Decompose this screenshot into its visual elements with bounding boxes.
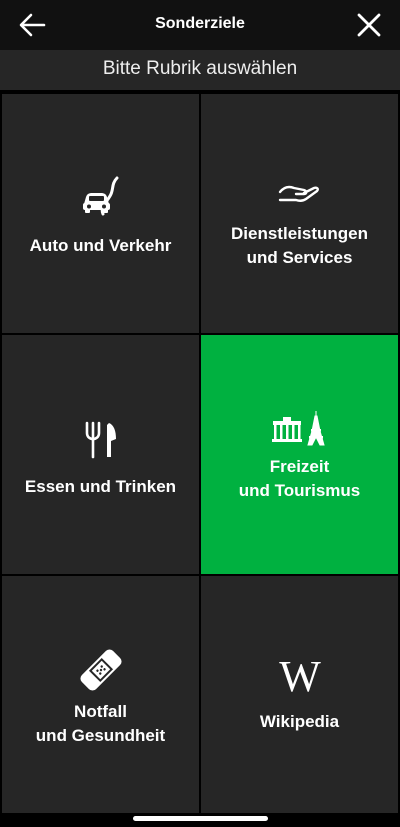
tile-wikipedia[interactable]: W Wikipedia <box>201 576 398 813</box>
tile-essen-und-trinken[interactable]: Essen und Trinken <box>2 335 199 574</box>
tile-label: Freizeit und Tourismus <box>238 457 361 500</box>
category-prompt-bar: Bitte Rubrik auswählen <box>0 50 400 90</box>
tile-notfall-und-gesundheit[interactable]: Notfall und Gesundheit <box>2 576 199 813</box>
top-bar: Sonderziele <box>0 0 400 50</box>
landmarks-icon <box>271 411 325 446</box>
tile-label: Auto und Verkehr <box>29 236 172 255</box>
tile-label: Wikipedia <box>259 712 340 731</box>
car-road-icon <box>82 176 118 216</box>
category-prompt: Bitte Rubrik auswählen <box>102 58 298 79</box>
page-title: Sonderziele <box>155 15 245 32</box>
tile-label: Dienstleistungen und Services <box>231 224 368 267</box>
tile-freizeit-und-tourismus[interactable]: Freizeit und Tourismus <box>201 335 398 574</box>
category-grid: Auto und Verkehr Dienstleistungen und Se… <box>0 92 400 815</box>
tile-label: Essen und Trinken <box>24 477 177 496</box>
close-icon[interactable] <box>356 12 382 38</box>
hand-icon <box>278 185 319 202</box>
svg-text:W: W <box>279 658 321 694</box>
tile-auto-und-verkehr[interactable]: Auto und Verkehr <box>2 94 199 333</box>
tile-dienstleistungen-und-services[interactable]: Dienstleistungen und Services <box>201 94 398 333</box>
tile-label: Notfall und Gesundheit <box>35 702 166 745</box>
wikipedia-icon: W <box>279 658 321 694</box>
home-indicator[interactable] <box>133 816 268 821</box>
fork-knife-icon <box>85 421 116 459</box>
bandage-icon <box>79 649 122 691</box>
